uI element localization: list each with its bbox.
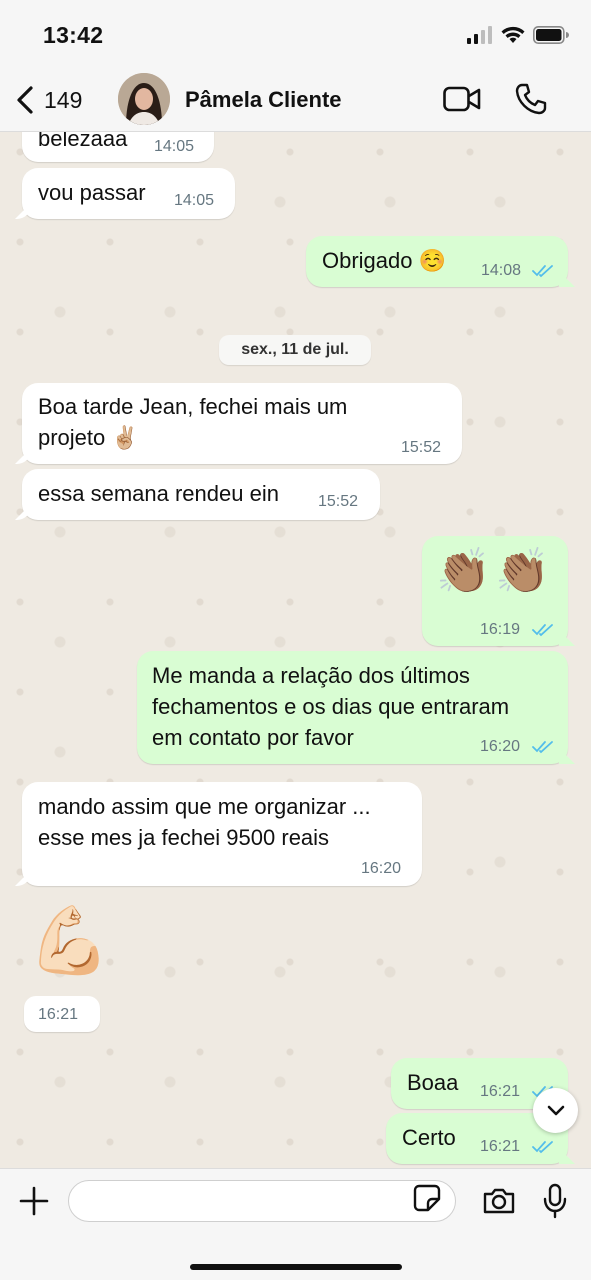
message-time: 16:19 [480,621,521,638]
emoji-message[interactable]: 💪🏻 [28,900,110,980]
signal-icon [467,26,492,44]
message-out[interactable]: Obrigado ☺️ 14:08 [306,236,568,287]
message-out[interactable]: 👏🏽 👏🏽 16:19 [422,536,568,646]
contact-name[interactable]: Pâmela Cliente [185,87,342,113]
phone-icon [515,83,547,115]
microphone-icon [543,1183,567,1219]
message-time: 16:20 [361,860,402,877]
message-in[interactable]: belezaaa 14:05 [22,132,214,162]
avatar-photo [118,73,170,125]
chevron-left-icon [17,86,33,114]
read-check-icon [532,265,553,278]
status-bar: 13:42 [0,0,591,70]
message-input[interactable] [83,1189,403,1215]
message-out[interactable]: Me manda a relação dos últimos fechament… [137,651,568,764]
wifi-icon [501,26,525,43]
chat-area[interactable]: belezaaa 14:05 vou passar 14:05 Obrigado… [0,132,591,1168]
microphone-button[interactable] [542,1183,568,1224]
date-separator: sex., 11 de jul. [219,335,371,365]
plus-icon [19,1186,49,1216]
battery-icon [533,26,569,44]
read-check-icon [532,1141,553,1154]
message-field[interactable] [68,1180,456,1222]
status-time: 13:42 [43,22,104,48]
sticker-icon [413,1184,441,1212]
message-in[interactable]: essa semana rendeu ein 15:52 [22,469,380,520]
message-time: 16:21 [38,1006,79,1023]
status-icons [467,24,569,46]
message-time: 15:52 [318,493,359,510]
video-camera-icon [443,86,481,112]
read-check-icon [532,624,553,637]
message-time: 14:08 [481,262,522,279]
read-check-icon [532,741,553,754]
voice-call-button[interactable] [514,82,548,121]
message-time: 16:20 [480,738,521,755]
message-time: 16:21 [480,1138,521,1155]
avatar[interactable] [118,73,170,125]
video-call-button[interactable] [443,85,481,118]
message-in[interactable]: vou passar 14:05 [22,168,235,219]
sticker-button[interactable] [413,1184,441,1217]
message-in[interactable]: Boa tarde Jean, fechei mais um projeto ✌… [22,383,462,464]
unread-count: 149 [44,86,83,113]
chat-header: 149 Pâmela Cliente [0,70,591,132]
back-button[interactable]: 149 [14,82,82,118]
attach-button[interactable] [18,1185,50,1222]
message-time: 14:05 [174,192,215,209]
emoji-time-chip: 16:21 [24,996,100,1032]
camera-icon [483,1188,515,1214]
scroll-down-button[interactable] [533,1088,578,1133]
home-indicator [190,1264,402,1270]
message-time: 16:21 [480,1083,521,1100]
camera-button[interactable] [482,1187,516,1220]
message-time: 15:52 [401,439,442,456]
message-time: 14:05 [154,138,195,155]
emoji-message: 👏🏽 👏🏽 [436,547,550,596]
message-in[interactable]: mando assim que me organizar ... esse me… [22,782,422,886]
chevron-down-icon [547,1105,564,1115]
